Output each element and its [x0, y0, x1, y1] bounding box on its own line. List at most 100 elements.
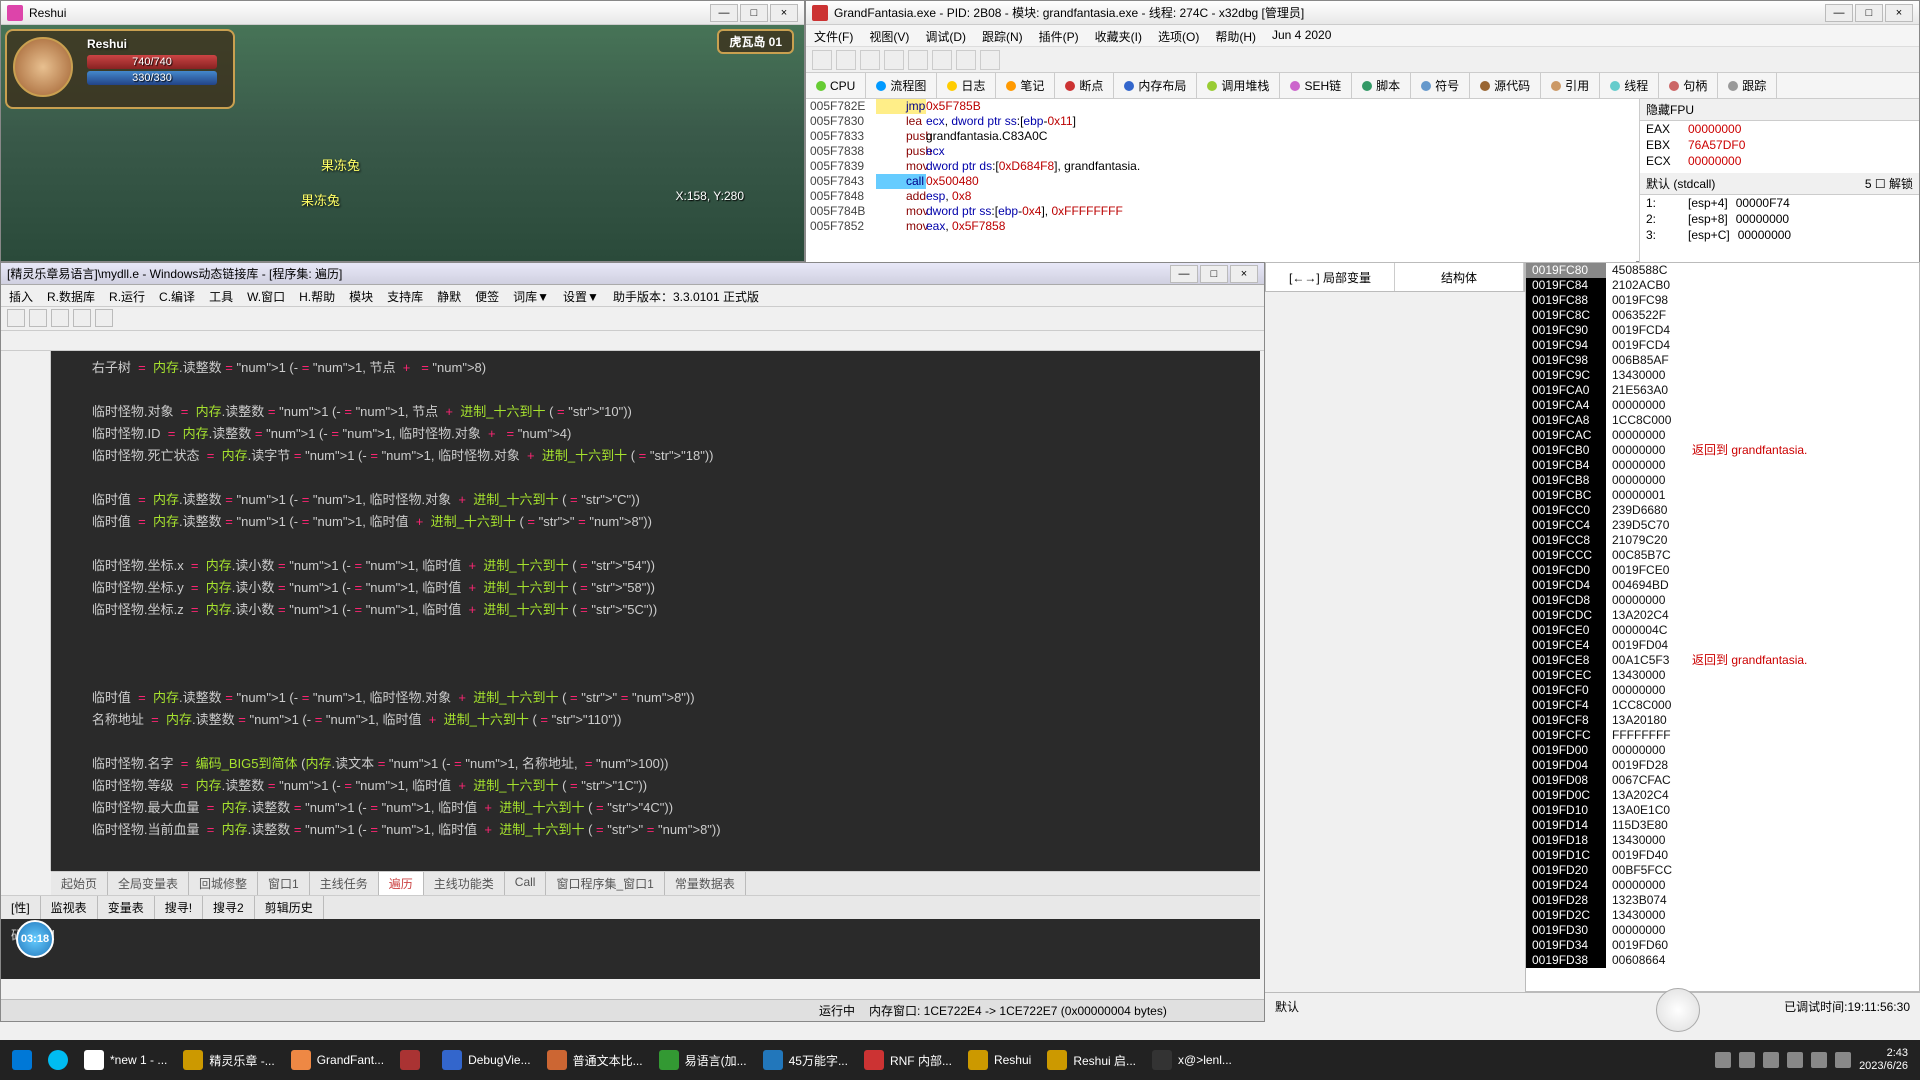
close-button[interactable]: × — [1885, 4, 1913, 22]
taskbar-item[interactable]: GrandFant... — [283, 1044, 392, 1076]
step-out-icon[interactable] — [980, 50, 1000, 70]
ide-tab[interactable]: 窗口程序集_窗口1 — [546, 872, 664, 895]
disassembly-view[interactable]: 005F782Ejmp0x5F785B005F7830leaecx, dword… — [806, 99, 1636, 263]
qq-icon[interactable] — [1656, 988, 1700, 1032]
menu-item[interactable]: Jun 4 2020 — [1272, 28, 1331, 43]
ide-tab[interactable]: 全局变量表 — [108, 872, 189, 895]
stack-dump[interactable]: 0019FC804508588C0019FC842102ACB00019FC88… — [1525, 262, 1920, 992]
ide-tab[interactable]: 遍历 — [379, 872, 424, 895]
menu-item[interactable]: 词库▼ — [513, 288, 549, 303]
ide-tab[interactable]: 窗口1 — [258, 872, 310, 895]
minimize-button[interactable]: — — [1170, 265, 1198, 283]
taskbar-item[interactable]: RNF 内部... — [856, 1044, 960, 1076]
ide-sidebar[interactable] — [1, 351, 51, 871]
debugger-tab[interactable]: 符号 — [1411, 73, 1470, 98]
tray-icon[interactable] — [1715, 1052, 1731, 1068]
menu-item[interactable]: 调试(D) — [925, 28, 966, 43]
run-icon[interactable] — [884, 50, 904, 70]
tray-icon[interactable] — [1787, 1052, 1803, 1068]
player-avatar[interactable] — [13, 37, 73, 97]
taskbar-item[interactable] — [392, 1044, 434, 1076]
menu-item[interactable]: 便签 — [475, 288, 499, 303]
menu-item[interactable]: R.数据库 — [47, 288, 95, 303]
menu-item[interactable]: 视图(V) — [869, 28, 909, 43]
start-button[interactable] — [4, 1044, 40, 1076]
ide-tab[interactable]: 主线功能类 — [424, 872, 505, 895]
debugger-tab[interactable]: 内存布局 — [1114, 73, 1197, 98]
debugger-tab[interactable]: 日志 — [937, 73, 996, 98]
menu-item[interactable]: 收藏夹(I) — [1095, 28, 1142, 43]
ide-tab[interactable]: 常量数据表 — [665, 872, 746, 895]
taskbar-item[interactable]: 普通文本比... — [539, 1044, 651, 1076]
close-button[interactable]: × — [1230, 265, 1258, 283]
ide-tool-tab[interactable]: 搜寻! — [155, 896, 203, 919]
ide-tab[interactable]: 回城修整 — [189, 872, 258, 895]
step-over-icon[interactable] — [956, 50, 976, 70]
menu-item[interactable]: 工具 — [209, 288, 233, 303]
step-into-icon[interactable] — [932, 50, 952, 70]
taskbar-item[interactable]: Reshui 启... — [1039, 1044, 1144, 1076]
menu-item[interactable]: 跟踪(N) — [982, 28, 1023, 43]
taskbar-item[interactable]: 45万能字... — [755, 1044, 856, 1076]
menu-item[interactable]: C.编译 — [159, 288, 195, 303]
minimize-button[interactable]: — — [1825, 4, 1853, 22]
tray-icon[interactable] — [1763, 1052, 1779, 1068]
debugger-tab[interactable]: SEH链 — [1280, 73, 1352, 98]
taskbar[interactable]: *new 1 - ...精灵乐章 -...GrandFant... DebugVi… — [0, 1040, 1920, 1080]
taskbar-item[interactable]: 精灵乐章 -... — [175, 1044, 282, 1076]
output-panel[interactable]: 码成功！ — [1, 919, 1260, 979]
volume-icon[interactable] — [1835, 1052, 1851, 1068]
ide-tab[interactable]: Call — [505, 872, 547, 895]
callconv-label[interactable]: 默认 (stdcall) — [1646, 175, 1715, 192]
cortana-button[interactable] — [40, 1044, 76, 1076]
pause-icon[interactable] — [908, 50, 928, 70]
maximize-button[interactable]: □ — [1855, 4, 1883, 22]
debugger-tab[interactable]: 断点 — [1055, 73, 1114, 98]
menu-item[interactable]: H.帮助 — [299, 288, 335, 303]
debugger-tab[interactable]: CPU — [806, 73, 866, 98]
debugger-tab[interactable]: 线程 — [1600, 73, 1659, 98]
menu-item[interactable]: 文件(F) — [814, 28, 853, 43]
taskbar-item[interactable]: *new 1 - ... — [76, 1044, 175, 1076]
minimize-button[interactable]: — — [710, 4, 738, 22]
debugger-tab[interactable]: 源代码 — [1470, 73, 1541, 98]
debugger-tab[interactable]: 流程图 — [866, 73, 937, 98]
stop-icon[interactable] — [860, 50, 880, 70]
taskbar-item[interactable]: DebugVie... — [434, 1044, 539, 1076]
struct-tab[interactable]: 结构体 — [1395, 263, 1524, 291]
taskbar-item[interactable]: x@>lenl... — [1144, 1044, 1240, 1076]
taskbar-item[interactable]: Reshui — [960, 1044, 1039, 1076]
redo-icon[interactable] — [29, 309, 47, 327]
game-titlebar[interactable]: Reshui — □ × — [1, 1, 804, 25]
clock[interactable]: 2:43 2023/6/26 — [1859, 1047, 1908, 1073]
debugger-tab[interactable]: 引用 — [1541, 73, 1600, 98]
code-editor[interactable]: 右子树 = 内存.读整数 = "num">1 (- = "num">1, 节点 … — [51, 351, 1260, 871]
network-icon[interactable] — [1811, 1052, 1827, 1068]
ide-titlebar[interactable]: [精灵乐章易语言]\mydll.e - Windows动态链接库 - [程序集:… — [1, 263, 1264, 285]
menu-item[interactable]: 插件(P) — [1039, 28, 1079, 43]
taskbar-item[interactable]: 易语言(加... — [651, 1044, 755, 1076]
menu-item[interactable]: 静默 — [437, 288, 461, 303]
menu-item[interactable]: 助手版本：3.3.0101 正式版 — [613, 288, 759, 303]
menu-item[interactable]: R.运行 — [109, 288, 145, 303]
ide-tab[interactable]: 起始页 — [51, 872, 108, 895]
menu-item[interactable]: 帮助(H) — [1215, 28, 1256, 43]
debugger-tab[interactable]: 跟踪 — [1718, 73, 1777, 98]
maximize-button[interactable]: □ — [740, 4, 768, 22]
ide-tool-tab[interactable]: 变量表 — [98, 896, 155, 919]
registers-panel[interactable]: 隐藏FPU EAX00000000EBX76A57DF0ECX00000000 … — [1639, 99, 1919, 263]
debugger-titlebar[interactable]: GrandFantasia.exe - PID: 2B08 - 模块: gran… — [806, 1, 1919, 25]
unlock-checkbox[interactable]: 5 ☐ 解锁 — [1865, 175, 1913, 192]
menu-item[interactable]: W.窗口 — [247, 288, 285, 303]
open-icon[interactable] — [812, 50, 832, 70]
locals-tab[interactable]: [←→] 局部变量 — [1266, 263, 1395, 291]
undo-icon[interactable] — [7, 309, 25, 327]
menu-item[interactable]: 支持库 — [387, 288, 423, 303]
ide-tool-tab[interactable]: 监视表 — [41, 896, 98, 919]
ide-tab[interactable]: 主线任务 — [310, 872, 379, 895]
debugger-tab[interactable]: 调用堆栈 — [1197, 73, 1280, 98]
menu-item[interactable]: 插入 — [9, 288, 33, 303]
restart-icon[interactable] — [836, 50, 856, 70]
debugger-tab[interactable]: 脚本 — [1352, 73, 1411, 98]
save-icon[interactable] — [51, 309, 69, 327]
